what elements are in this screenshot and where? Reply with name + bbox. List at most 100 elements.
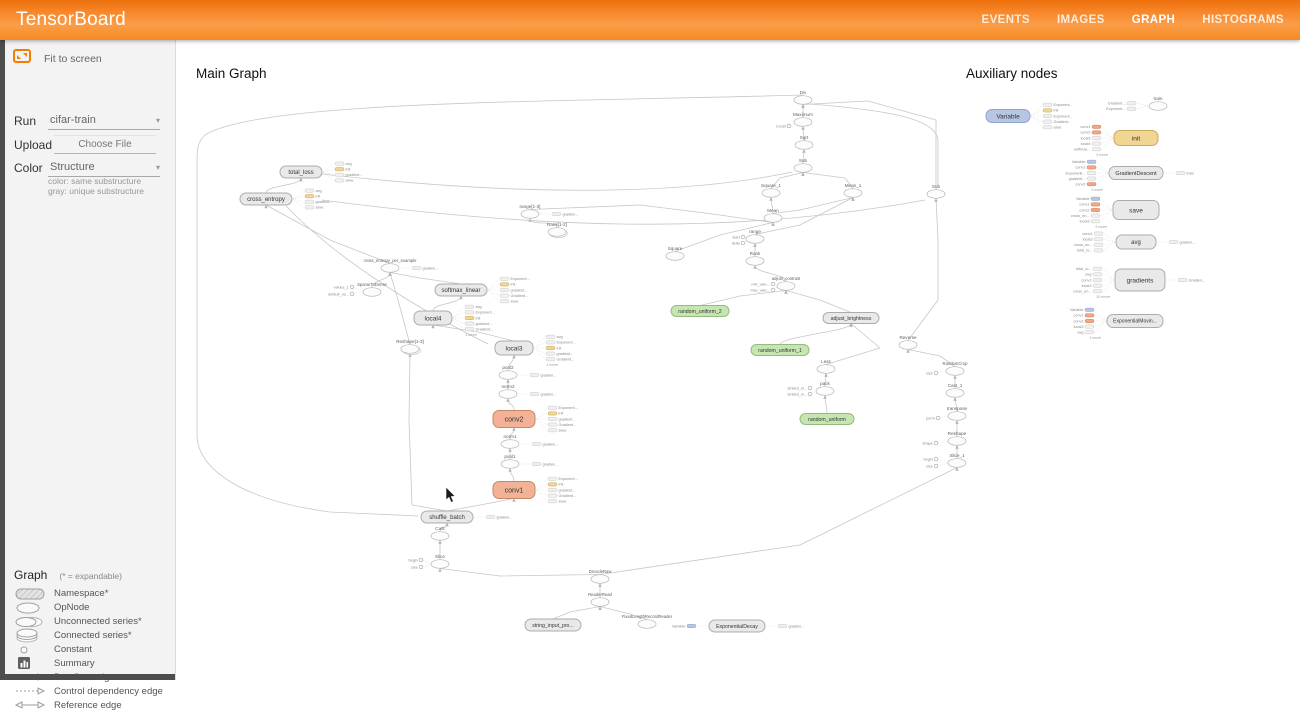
nav-images[interactable]: IMAGES xyxy=(1057,14,1105,26)
node-satellite[interactable] xyxy=(1127,107,1136,110)
node-satellite[interactable] xyxy=(1092,131,1101,134)
node-satellite[interactable] xyxy=(305,195,314,198)
node-satellite[interactable] xyxy=(500,294,509,297)
graph-node-cepe[interactable]: cross_entropy_per_example xyxy=(364,258,418,272)
node-satellite[interactable] xyxy=(1093,273,1102,276)
node-satellite[interactable] xyxy=(1092,125,1101,128)
graph-node-Maximum[interactable]: Maximum xyxy=(793,112,813,126)
graph-node-train[interactable]: train xyxy=(1149,96,1167,110)
node-satellite[interactable] xyxy=(335,162,344,165)
node-satellite[interactable] xyxy=(465,322,474,325)
graph-node-norm1[interactable]: norm1 xyxy=(501,434,519,448)
graph-node-random_uniform[interactable]: random_uniform xyxy=(800,414,854,425)
node-satellite[interactable] xyxy=(548,494,557,497)
node-satellite[interactable] xyxy=(465,328,474,331)
node-satellite[interactable] xyxy=(1092,148,1101,151)
node-satellite[interactable] xyxy=(1087,183,1096,186)
graph-node-save_aux[interactable]: save xyxy=(1113,201,1159,220)
graph-node-init_aux[interactable]: init xyxy=(1114,131,1158,146)
graph-node-Reshape13[interactable]: Reshape[1-3] xyxy=(396,339,424,355)
graph-node-range[interactable]: range xyxy=(746,229,764,243)
fit-to-screen-button[interactable]: Fit to screen xyxy=(13,49,102,68)
graph-node-adjust_brightness[interactable]: adjust_brightness xyxy=(823,313,879,324)
node-satellite[interactable] xyxy=(1043,109,1052,112)
sidebar-scroll-strip[interactable] xyxy=(0,40,5,680)
graph-node-shape_c[interactable]: shape xyxy=(922,441,948,445)
graph-node-Sqrt[interactable]: Sqrt xyxy=(795,135,813,149)
graph-node-RandomCrop[interactable]: RandomCrop xyxy=(943,361,969,375)
graph-node-GradientDescent[interactable]: GradientDescent xyxy=(1109,167,1163,180)
node-satellite[interactable] xyxy=(305,206,314,209)
node-satellite[interactable] xyxy=(1091,214,1100,217)
node-satellite[interactable] xyxy=(548,417,557,420)
node-satellite[interactable] xyxy=(548,429,557,432)
node-satellite[interactable] xyxy=(1091,203,1100,206)
color-select[interactable]: Structure ▾ xyxy=(48,159,160,177)
graph-node-shuffle_batch[interactable]: shuffle_batch xyxy=(421,511,473,523)
graph-node-Reverse[interactable]: Reverse xyxy=(899,335,917,349)
graph-node-transpose[interactable]: transpose xyxy=(947,406,968,420)
node-satellite[interactable] xyxy=(335,173,344,176)
node-satellite[interactable] xyxy=(532,462,541,465)
node-satellite[interactable] xyxy=(1091,208,1100,211)
graph-node-begin1[interactable]: begin xyxy=(924,457,948,463)
graph-node-norm2[interactable]: norm2 xyxy=(499,384,517,398)
node-satellite[interactable] xyxy=(1092,136,1101,139)
graph-node-Slice[interactable]: Slice xyxy=(431,554,449,568)
node-satellite[interactable] xyxy=(500,277,509,280)
graph-node-pack_c2[interactable]: strided_sl... xyxy=(787,391,816,396)
node-satellite[interactable] xyxy=(1127,102,1136,105)
node-satellite[interactable] xyxy=(546,358,555,361)
graph-node-Slice_1[interactable]: Slice_1 xyxy=(948,453,966,467)
node-satellite[interactable] xyxy=(548,488,557,491)
graph-node-Sub[interactable]: Sub xyxy=(794,158,812,172)
graph-node-max_val[interactable]: max_valu... xyxy=(750,286,777,292)
node-satellite[interactable] xyxy=(548,500,557,503)
node-satellite[interactable] xyxy=(1178,278,1187,281)
graph-node-DecodeRaw[interactable]: DecodeRaw xyxy=(589,569,613,583)
node-satellite[interactable] xyxy=(1176,171,1185,174)
graph-node-expmov[interactable]: ExponentialMovin... xyxy=(1107,315,1163,328)
graph-node-Rank[interactable]: Rank xyxy=(746,251,764,265)
graph-node-pool2[interactable]: pool2 xyxy=(499,365,517,379)
graph-node-pack[interactable]: pack xyxy=(816,381,834,395)
graph-node-begin2[interactable]: begin xyxy=(409,558,431,564)
graph-node-Variable[interactable]: Variable xyxy=(986,110,1030,123)
node-satellite[interactable] xyxy=(1091,220,1100,223)
node-satellite[interactable] xyxy=(1085,319,1094,322)
node-satellite[interactable] xyxy=(1043,120,1052,123)
graph-node-local3[interactable]: local3 xyxy=(495,341,533,355)
graph-node-softmax_linear[interactable]: softmax_linear xyxy=(435,284,487,296)
graph-node-default_c[interactable]: default_va... xyxy=(328,292,363,296)
node-satellite[interactable] xyxy=(1043,126,1052,129)
node-satellite[interactable] xyxy=(412,266,421,269)
node-satellite[interactable] xyxy=(1094,238,1103,241)
nav-events[interactable]: EVENTS xyxy=(982,14,1030,26)
graph-node-range_delta[interactable]: delta xyxy=(732,239,746,245)
node-satellite[interactable] xyxy=(1087,160,1096,163)
graph-node-ExponentialDecay[interactable]: ExponentialDecay xyxy=(709,620,765,632)
node-satellite[interactable] xyxy=(1085,314,1094,317)
node-satellite[interactable] xyxy=(1087,166,1096,169)
graph-node-Cast[interactable]: Cast xyxy=(431,526,449,540)
graph-node-perm[interactable]: perm xyxy=(926,416,948,420)
node-satellite[interactable] xyxy=(546,341,555,344)
graph-node-string_input_pro[interactable]: string_input_pro... xyxy=(525,619,581,631)
node-satellite[interactable] xyxy=(1087,177,1096,180)
graph-node-Sub_1[interactable]: Sub xyxy=(927,184,945,198)
graph-node-total_loss[interactable]: total_loss xyxy=(280,166,322,178)
graph-node-Div[interactable]: Div xyxy=(794,90,812,104)
node-satellite[interactable] xyxy=(1085,331,1094,334)
node-satellite[interactable] xyxy=(500,283,509,286)
graph-node-Mean_1[interactable]: Mean_1 xyxy=(844,183,862,197)
node-satellite[interactable] xyxy=(532,442,541,445)
graph-node-adjust_contrast[interactable]: adjust_contrast xyxy=(772,276,801,290)
node-satellite[interactable] xyxy=(1093,278,1102,281)
node-satellite[interactable] xyxy=(548,477,557,480)
graph-node-conv1[interactable]: conv1 xyxy=(493,482,535,499)
fit-to-screen-icon[interactable] xyxy=(13,49,31,68)
graph-node-SparseToDense[interactable]: SparseToDense xyxy=(357,282,387,296)
graph-node-size2[interactable]: size xyxy=(411,564,431,569)
graph-canvas[interactable]: total_lossavginitgradient...savecross_en… xyxy=(175,40,1300,680)
graph-node-FixedLengthRecordReader[interactable]: FixedLengthRecordReader xyxy=(622,614,673,628)
